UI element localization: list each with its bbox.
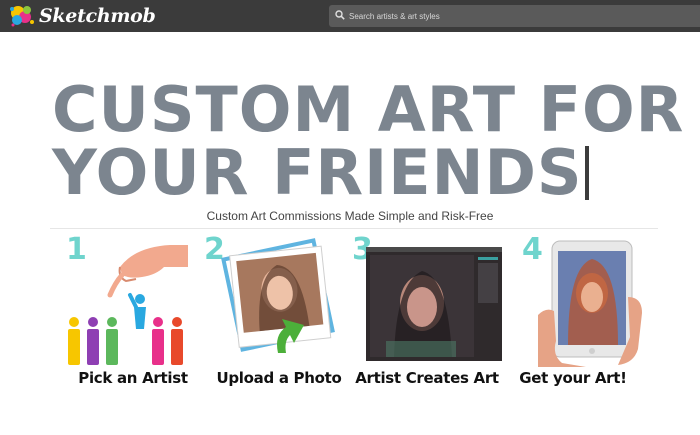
artist-creates-art-illustration xyxy=(366,247,502,361)
top-nav-bar: Sketchmob xyxy=(0,0,700,32)
headline-line-1: CUSTOM ART FOR xyxy=(52,73,685,146)
step-pick-artist: 1 Pick an Artist xyxy=(58,233,208,393)
headline-line-2-text: YOUR FRIENDS xyxy=(52,136,583,209)
hero-headline: CUSTOM ART FOR YOUR FRIENDS xyxy=(52,73,685,204)
step-upload-photo: 2 Upload a Photo xyxy=(204,233,354,393)
search-input[interactable] xyxy=(349,11,679,21)
sketchmob-logo[interactable]: Sketchmob xyxy=(8,2,156,30)
hero-subtitle: Custom Art Commissions Made Simple and R… xyxy=(206,209,494,223)
typing-caret xyxy=(584,146,589,200)
pick-artist-illustration xyxy=(68,245,188,365)
logo-wordmark: Sketchmob xyxy=(39,5,156,27)
step-get-your-art: 4 Get your Art! xyxy=(498,233,648,393)
step-caption: Artist Creates Art xyxy=(355,369,499,387)
get-your-art-illustration xyxy=(538,240,642,367)
section-divider xyxy=(50,228,658,229)
search-bar[interactable] xyxy=(329,5,700,27)
upload-photo-illustration xyxy=(221,238,335,353)
step-artist-creates-art: 3 Artist Creates Art xyxy=(352,233,502,393)
step-caption: Upload a Photo xyxy=(216,369,342,387)
search-icon xyxy=(335,7,345,25)
headline-line-2: YOUR FRIENDS xyxy=(52,141,672,204)
paint-splash-icon xyxy=(8,3,38,29)
step-caption: Get your Art! xyxy=(519,369,627,387)
step-caption: Pick an Artist xyxy=(78,369,188,387)
